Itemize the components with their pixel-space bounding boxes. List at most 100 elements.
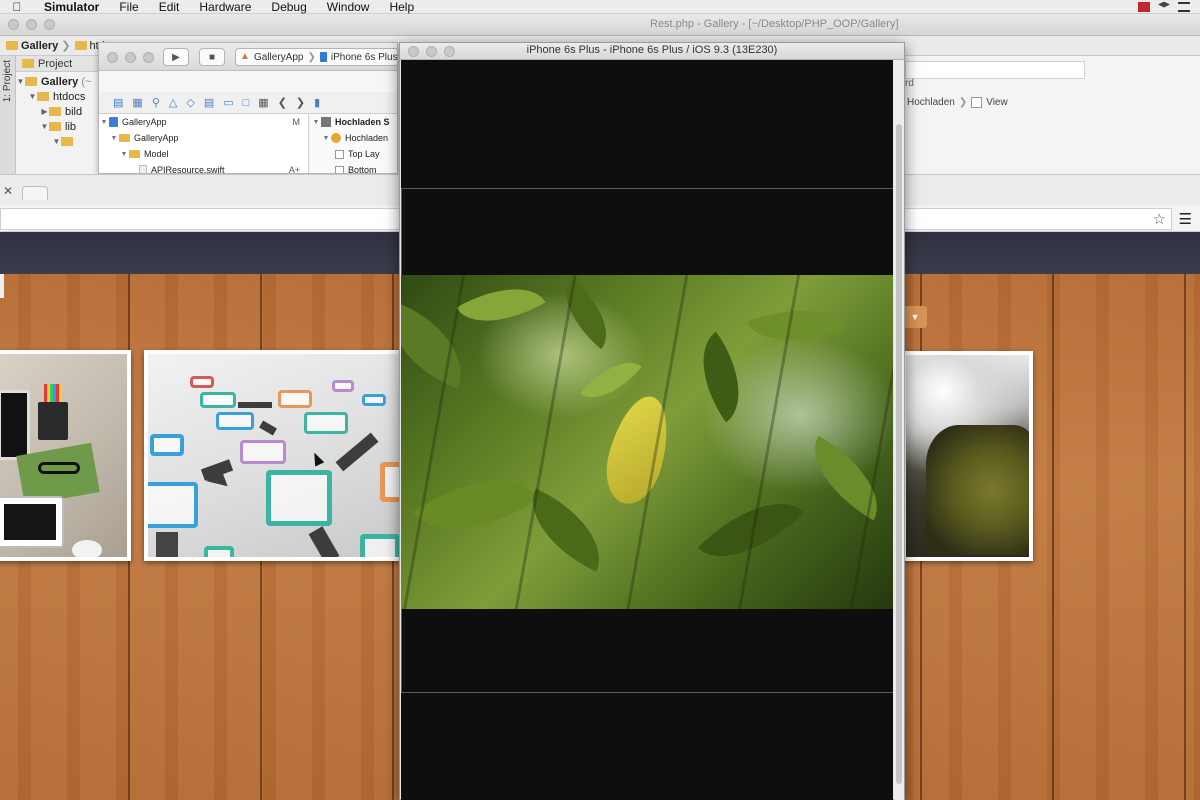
view-controller-icon [331, 133, 341, 143]
expand-arrow-icon[interactable]: ▼ [40, 122, 49, 131]
expand-arrow-icon[interactable]: ▼ [119, 151, 129, 158]
collapse-arrow-icon[interactable]: ▶ [40, 107, 49, 116]
apple-icon[interactable]:  [0, 0, 34, 14]
flow-box-blue-small [362, 394, 386, 406]
ide-right-pane: rd Hochladen ❯ View [905, 56, 1200, 174]
ipad-shape [0, 496, 64, 548]
stop-button[interactable]: ■ [199, 48, 225, 66]
ide-window-controls [8, 19, 55, 30]
tree-item-htdocs[interactable]: ▼ htdocs [16, 89, 106, 104]
menu-list-icon[interactable] [1178, 1, 1190, 12]
scheme-selector[interactable]: ▲ GalleryApp ❯ iPhone 6s Plus [235, 48, 397, 66]
breadcrumb-gallery[interactable]: Gallery ❯ [6, 39, 71, 52]
outline-bottom-layout[interactable]: Bottom [311, 162, 397, 173]
side-tab-handle[interactable] [0, 274, 4, 298]
debug-navigator-icon[interactable]: ▤ [204, 92, 214, 114]
menu-debug[interactable]: Debug [261, 0, 316, 14]
tree-item-subfolder[interactable]: ▼ [16, 134, 106, 149]
new-tab-button[interactable] [22, 186, 48, 200]
flow-box-red [190, 376, 214, 388]
expand-arrow-icon[interactable]: ▼ [321, 135, 331, 142]
expand-arrow-icon[interactable]: ▼ [109, 135, 119, 142]
issue-navigator-icon[interactable]: △ [169, 92, 177, 114]
pencils-shape [44, 384, 62, 404]
swift-file-icon [139, 165, 147, 173]
navigator-item-model[interactable]: ▼ Model [99, 146, 308, 162]
minimize-window-button[interactable] [125, 52, 136, 63]
gallery-thumbnail-flowchart[interactable] [144, 350, 406, 561]
truncated-label: rd [905, 78, 914, 89]
outline-scene[interactable]: ▼ Hochladen S [311, 114, 397, 130]
waterfall-photo [906, 355, 1029, 557]
bookmark-star-icon[interactable]: ☆ [1153, 210, 1166, 228]
menu-help[interactable]: Help [379, 0, 424, 14]
gallery-thumbnail-waterfall[interactable] [902, 351, 1033, 561]
forward-icon[interactable]: ❯ [296, 92, 305, 114]
scrollbar-thumb[interactable] [896, 124, 902, 784]
minimize-window-button[interactable] [26, 19, 37, 30]
close-window-button[interactable] [107, 52, 118, 63]
expand-arrow-icon[interactable]: ▼ [311, 119, 321, 126]
flow-box-teal-mid [304, 412, 348, 434]
simulator-scrollbar[interactable] [894, 60, 904, 800]
battery-icon[interactable] [1138, 1, 1150, 12]
gallery-thumbnail-desk[interactable] [0, 350, 131, 561]
outline-top-layout[interactable]: Top Lay [311, 146, 397, 162]
ide-right-field[interactable] [905, 61, 1085, 79]
file-icon[interactable]: ▮ [314, 92, 320, 114]
expand-arrow-icon[interactable]: ▼ [28, 92, 37, 101]
report-navigator-icon[interactable]: □ [243, 92, 250, 114]
menu-bar:  Simulator File Edit Hardware Debug Win… [0, 0, 1200, 14]
branches-overlay [401, 275, 893, 609]
back-icon[interactable]: ❮ [278, 92, 287, 114]
device-screen[interactable] [401, 60, 893, 800]
zoom-window-button[interactable] [44, 19, 55, 30]
breakpoint-navigator-icon[interactable]: ▭ [223, 92, 233, 114]
run-button[interactable]: ▶ [163, 48, 189, 66]
scm-status-badge: A+ [288, 165, 300, 174]
dropdown-toggle-button[interactable]: ▼ [903, 306, 927, 328]
tree-item-bild[interactable]: ▶ bild [16, 104, 106, 119]
navigator-item-group[interactable]: ▼ GalleryApp [99, 130, 308, 146]
selected-photo-leaves[interactable] [401, 275, 893, 609]
ide-window-title: Rest.php - Gallery - [~/Desktop/PHP_OOP/… [650, 18, 899, 30]
close-tab-icon[interactable]: ✕ [3, 184, 13, 198]
stop-icon: ■ [208, 51, 216, 63]
scene-icon [321, 117, 331, 127]
menu-edit[interactable]: Edit [149, 0, 190, 14]
outline-view-controller[interactable]: ▼ Hochladen [311, 130, 397, 146]
app-target-icon: ▲ [240, 51, 250, 62]
expand-arrow-icon[interactable]: ▼ [16, 77, 25, 86]
zoom-window-button[interactable] [143, 52, 154, 63]
menu-window[interactable]: Window [317, 0, 380, 14]
flow-box-teal [200, 392, 236, 408]
tree-item-lib[interactable]: ▼ lib [16, 119, 106, 134]
folder-icon [129, 150, 140, 158]
path-view[interactable]: View [986, 97, 1008, 108]
menu-file[interactable]: File [109, 0, 148, 14]
expand-arrow-icon[interactable]: ▼ [52, 137, 61, 146]
xcode-toolbar: ▶ ■ ▲ GalleryApp ❯ iPhone 6s Plus [99, 43, 397, 71]
folder-icon [6, 41, 18, 50]
project-tool-tab[interactable]: 1: Project [2, 60, 13, 102]
path-hochladen[interactable]: Hochladen [907, 97, 955, 108]
expand-arrow-icon[interactable]: ▼ [99, 119, 109, 126]
project-panel-header[interactable]: Project [16, 56, 106, 72]
layout-guide-icon [335, 149, 344, 159]
menu-hardware[interactable]: Hardware [189, 0, 261, 14]
close-window-button[interactable] [8, 19, 19, 30]
tree-item-gallery[interactable]: ▼ Gallery (~ [16, 74, 106, 89]
layers-extension-icon[interactable]: ☰ [1179, 210, 1192, 228]
project-navigator-icon[interactable]: ▤ [113, 92, 123, 114]
xcode-window: ▶ ■ ▲ GalleryApp ❯ iPhone 6s Plus ▤ ▦ ⚲ … [98, 42, 398, 174]
grid-icon[interactable]: ▦ [258, 92, 268, 114]
symbol-navigator-icon[interactable]: ▦ [132, 92, 142, 114]
navigator-item-file[interactable]: APIResource.swift A+ [99, 162, 308, 174]
find-navigator-icon[interactable]: ⚲ [152, 92, 160, 114]
menu-app-simulator[interactable]: Simulator [34, 0, 109, 14]
navigator-item-project[interactable]: ▼ GalleryApp M [99, 114, 308, 130]
layout-guide-icon [335, 165, 344, 173]
test-navigator-icon[interactable]: ◇ [186, 92, 194, 114]
flow-box-blue-large [148, 482, 198, 528]
dropbox-icon[interactable] [1158, 1, 1170, 8]
